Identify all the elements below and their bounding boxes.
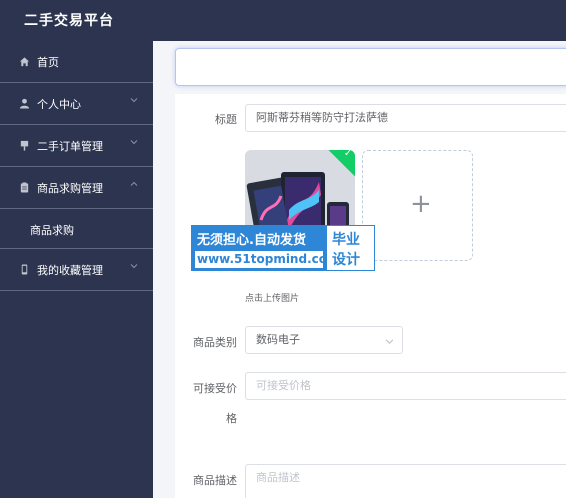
watermark: 无须担心.自动发货 www.51topmind.com 毕业 设计 [191, 225, 375, 271]
price-label-cont: 格 [226, 412, 237, 425]
price-label-line1: 可接受价 [193, 382, 237, 395]
chevron-down-icon [130, 264, 138, 269]
watermark-right: 毕业 设计 [326, 225, 375, 271]
form-card: 标题 阿斯蒂芬稍等防守打法萨德 图片 ✓ + 点击上传图片 商品类别 [175, 94, 566, 498]
check-icon: ✓ [343, 150, 353, 159]
sidebar-item-home[interactable]: 首页 [0, 41, 153, 83]
description-textarea[interactable]: 商品描述 [245, 464, 566, 498]
watermark-line1: 无须担心.自动发货 [197, 233, 306, 248]
sidebar: 首页 个人中心 二手订单管理 商品求购管理 商品求购 我的收藏管理 [0, 41, 153, 498]
category-label: 商品类别 [193, 336, 237, 349]
sidebar-subitem-label: 商品求购 [30, 224, 74, 237]
title-label: 标题 [215, 113, 237, 126]
sidebar-item-label: 商品求购管理 [37, 182, 103, 195]
app-title: 二手交易平台 [24, 13, 114, 29]
sidebar-item-label: 二手订单管理 [37, 140, 103, 153]
watermark-url-box: www.51topmind.com [195, 251, 340, 268]
upload-tip: 点击上传图片 [245, 294, 300, 304]
category-value: 数码电子 [256, 333, 300, 346]
title-input[interactable]: 阿斯蒂芬稍等防守打法萨德 [245, 104, 566, 132]
sidebar-item-label: 个人中心 [37, 98, 81, 111]
category-select[interactable]: 数码电子 [245, 326, 403, 354]
chevron-down-icon [385, 339, 394, 344]
clipboard-icon [20, 182, 29, 193]
price-input[interactable]: 可接受价格 [245, 372, 566, 400]
sidebar-subitem-purchase[interactable]: 商品求购 [0, 209, 153, 249]
watermark-left: 无须担心.自动发货 www.51topmind.com [191, 225, 340, 271]
sidebar-item-purchase-requests[interactable]: 商品求购管理 [0, 167, 153, 209]
sidebar-item-label: 我的收藏管理 [37, 264, 103, 277]
image-upload-button[interactable]: + [362, 150, 473, 261]
sidebar-item-label: 首页 [37, 56, 59, 69]
description-label: 商品描述 [193, 474, 237, 487]
breadcrumb-bar [175, 48, 566, 86]
plus-icon: + [410, 189, 432, 219]
watermark-line2: www.51topmind.com [197, 252, 340, 266]
chevron-down-icon [130, 140, 138, 145]
sidebar-item-orders[interactable]: 二手订单管理 [0, 125, 153, 167]
chevron-down-icon [130, 98, 138, 103]
sidebar-item-personal-center[interactable]: 个人中心 [0, 83, 153, 125]
watermark-right2: 设计 [332, 252, 360, 268]
pin-icon [20, 140, 29, 151]
top-bar: 二手交易平台 [0, 0, 566, 41]
chevron-up-icon [130, 181, 138, 186]
price-label: 可接受价 [179, 380, 237, 396]
phone-icon [21, 264, 28, 275]
watermark-right1: 毕业 [332, 232, 360, 248]
user-icon [19, 98, 30, 109]
home-icon [19, 57, 30, 67]
sidebar-item-favorites[interactable]: 我的收藏管理 [0, 249, 153, 291]
